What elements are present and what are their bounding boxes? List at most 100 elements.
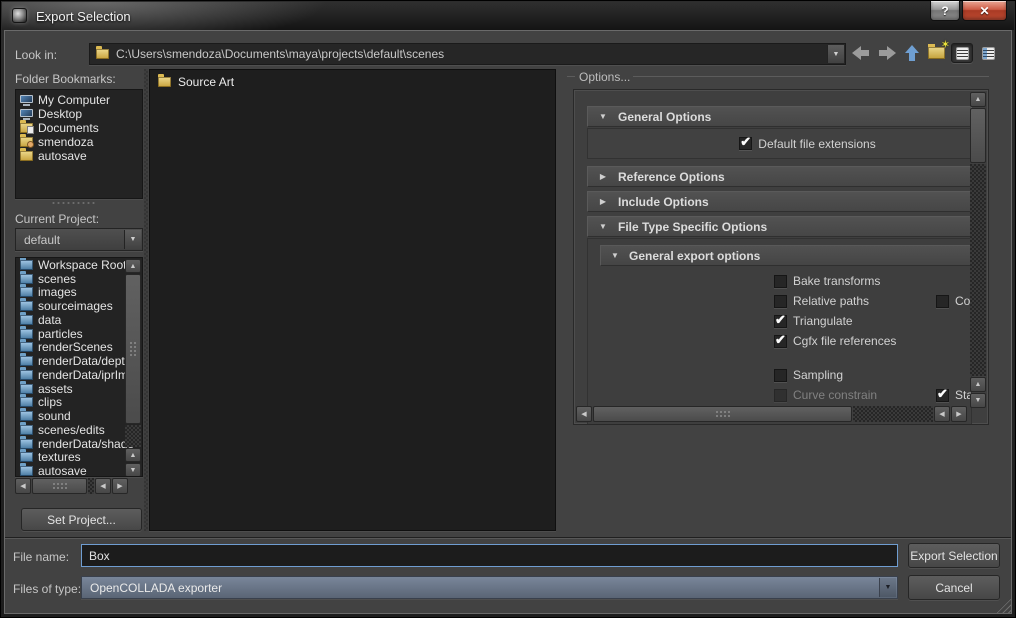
bookmark-item-documents[interactable]: Documents	[16, 121, 142, 135]
list-view-icon	[956, 47, 969, 60]
checkbox-box: ✔	[774, 275, 787, 288]
checkbox-curve-constrain[interactable]: ✔ Curve constrain	[774, 385, 877, 405]
files-of-type-label: Files of type:	[13, 582, 81, 596]
checkbox-bake-transforms[interactable]: ✔ Bake transforms	[774, 271, 880, 291]
panel-splitter-handle[interactable]	[51, 201, 96, 206]
files-of-type-dropdown[interactable]: OpenCOLLADA exporter ▼	[81, 576, 898, 599]
scroll-thumb[interactable]	[970, 108, 986, 163]
project-folder-item[interactable]: clips	[16, 396, 142, 410]
scroll-track[interactable]	[853, 406, 933, 422]
folder-icon	[20, 439, 33, 449]
checkbox-box: ✔	[774, 369, 787, 382]
checkbox-relative-paths[interactable]: ✔ Relative paths	[774, 291, 869, 311]
forward-button[interactable]	[878, 46, 896, 60]
scroll-left-button[interactable]: ◀	[95, 478, 111, 494]
project-folder-item[interactable]: Workspace Root	[16, 258, 142, 272]
checkbox-label: Bake transforms	[793, 274, 880, 288]
scroll-thumb[interactable]	[593, 406, 852, 422]
folder-icon	[20, 151, 33, 161]
scroll-up-button[interactable]: ▲	[970, 377, 986, 392]
folder-label: autosave	[38, 464, 87, 477]
scroll-thumb[interactable]	[125, 274, 141, 424]
section-header-reference-options[interactable]: ▶ Reference Options	[587, 166, 972, 187]
file-name-label: File name:	[13, 550, 69, 564]
folder-icon	[20, 260, 33, 270]
project-folder-item[interactable]: renderData/iprIma	[16, 368, 142, 382]
list-view-button[interactable]	[951, 43, 973, 63]
vertical-splitter-handle[interactable]	[144, 69, 148, 531]
scroll-up-button[interactable]: ▲	[125, 259, 141, 273]
checkbox-default-file-extensions[interactable]: ✔ Default file extensions	[739, 137, 875, 151]
right-triangle-icon: ▶	[117, 482, 122, 490]
scroll-right-button[interactable]: ▶	[951, 406, 967, 422]
project-folder-item[interactable]: renderData/depth	[16, 354, 142, 368]
current-project-dropdown[interactable]: default ▼	[15, 228, 143, 251]
folder-label: renderData/shade	[38, 437, 134, 451]
back-button[interactable]	[852, 46, 870, 60]
bookmark-item-smendoza[interactable]: smendoza	[16, 135, 142, 149]
collapse-triangle-icon: ▼	[588, 222, 618, 231]
bookmark-item-autosave[interactable]: autosave	[16, 149, 142, 163]
file-item-source-art[interactable]: Source Art	[150, 73, 555, 91]
set-project-button[interactable]: Set Project...	[21, 508, 142, 531]
file-list-area[interactable]: Source Art	[149, 69, 556, 531]
help-button[interactable]: ?	[930, 1, 960, 21]
scroll-right-button[interactable]: ▶	[112, 478, 128, 494]
scroll-track[interactable]	[125, 425, 141, 447]
project-folder-item[interactable]: scenes	[16, 272, 142, 286]
scroll-up-button[interactable]: ▲	[970, 92, 986, 107]
bookmark-item-desktop[interactable]: Desktop	[16, 107, 142, 121]
project-folder-item[interactable]: autosave	[16, 464, 142, 477]
left-triangle-icon: ◀	[939, 410, 944, 418]
cancel-button[interactable]: Cancel	[908, 575, 1000, 600]
project-folder-item[interactable]: sound	[16, 409, 142, 423]
scroll-down-button[interactable]: ▼	[125, 463, 141, 477]
title-bar[interactable]: Export Selection	[2, 2, 1014, 30]
scroll-up-button[interactable]: ▲	[125, 448, 141, 462]
close-button[interactable]: ✕	[962, 1, 1007, 21]
details-view-icon	[982, 47, 995, 60]
files-of-type-dropdown-button[interactable]: ▼	[879, 578, 896, 597]
scroll-left-button[interactable]: ◀	[934, 406, 950, 422]
project-folder-item[interactable]: renderScenes	[16, 341, 142, 355]
section-header-general-options[interactable]: ▼ General Options	[587, 106, 972, 127]
folder-label: images	[38, 285, 77, 299]
folder-label: scenes	[38, 272, 76, 286]
section-header-file-type-specific-options[interactable]: ▼ File Type Specific Options	[587, 216, 972, 237]
file-name-input[interactable]	[81, 544, 898, 567]
project-folder-item[interactable]: data	[16, 313, 142, 327]
scroll-left-button[interactable]: ◀	[15, 478, 31, 494]
path-combobox[interactable]: C:\Users\smendoza\Documents\maya\project…	[89, 43, 846, 65]
export-selection-button[interactable]: Export Selection	[908, 543, 1000, 568]
checkbox-static-clipped[interactable]: ✔ Sta	[936, 385, 972, 405]
check-icon: ✔	[740, 134, 751, 150]
project-folder-item[interactable]: textures	[16, 451, 142, 465]
scroll-down-button[interactable]: ▼	[970, 393, 986, 408]
scroll-track[interactable]	[970, 164, 986, 376]
subsection-header-general-export-options[interactable]: ▼ General export options	[600, 245, 971, 266]
checkbox-box: ✔	[774, 389, 787, 402]
expand-triangle-icon: ▶	[588, 197, 618, 206]
project-folder-item[interactable]: sourceimages	[16, 299, 142, 313]
project-folder-item[interactable]: images	[16, 286, 142, 300]
checkbox-triangulate[interactable]: ✔ Triangulate	[774, 311, 853, 331]
checkbox-sampling[interactable]: ✔ Sampling	[774, 365, 843, 385]
section-header-include-options[interactable]: ▶ Include Options	[587, 191, 972, 212]
scroll-track[interactable]	[88, 478, 94, 494]
up-directory-button[interactable]	[904, 45, 920, 61]
checkbox-copy-clipped[interactable]: ✔ Cop	[936, 291, 972, 311]
project-folder-item[interactable]: scenes/edits	[16, 423, 142, 437]
scroll-thumb[interactable]	[32, 478, 87, 494]
current-project-label: Current Project:	[15, 212, 99, 226]
new-folder-button[interactable]: ✶	[928, 47, 945, 59]
project-folder-item[interactable]: assets	[16, 382, 142, 396]
project-folder-item[interactable]: renderData/shade	[16, 437, 142, 451]
details-view-button[interactable]	[977, 43, 999, 63]
scroll-left-button[interactable]: ◀	[576, 406, 592, 422]
path-dropdown-button[interactable]: ▼	[827, 45, 844, 63]
path-text: C:\Users\smendoza\Documents\maya\project…	[116, 47, 444, 61]
bookmark-item-my-computer[interactable]: My Computer	[16, 93, 142, 107]
checkbox-cgfx-file-references[interactable]: ✔ Cgfx file references	[774, 331, 896, 351]
project-folder-item[interactable]: particles	[16, 327, 142, 341]
current-project-dropdown-button[interactable]: ▼	[124, 230, 141, 249]
